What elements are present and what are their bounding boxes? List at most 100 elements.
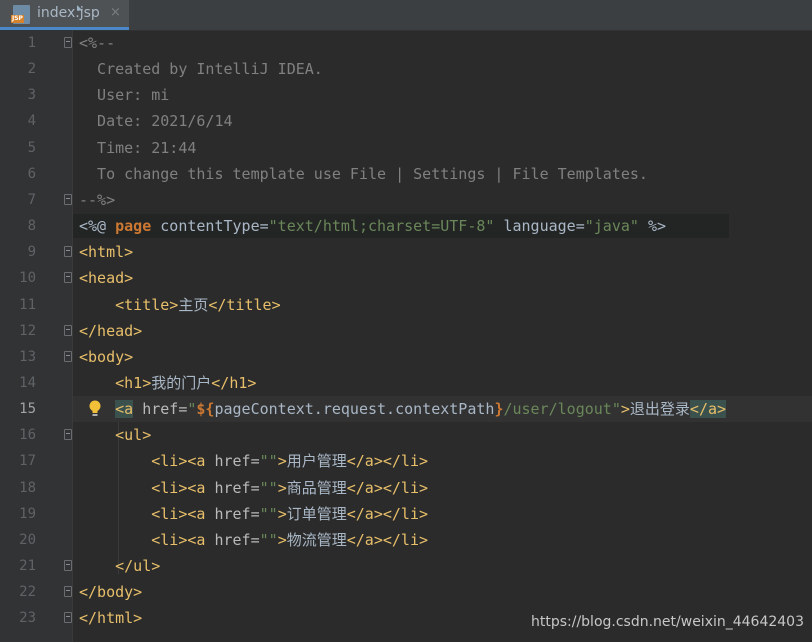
code-text: Date: 2021/6/14 — [79, 108, 233, 134]
code-line[interactable]: 20 <li><a href="">物流管理</a></li> — [0, 527, 812, 553]
code-token: <body> — [79, 347, 134, 366]
code-text: --%> — [79, 187, 115, 213]
line-number: 10 — [19, 270, 36, 287]
code-text: <h1>我的门户</h1> — [79, 370, 256, 396]
code-token: > — [277, 504, 287, 523]
code-line[interactable]: 11 <title>主页</title> — [0, 292, 812, 318]
code-token: </h1> — [211, 373, 257, 392]
code-token: Date: 2021/6/14 — [79, 112, 233, 131]
code-text: <li><a href="">物流管理</a></li> — [79, 527, 428, 553]
fold-toggle-icon[interactable] — [64, 246, 72, 258]
code-line[interactable]: 14 <h1>我的门户</h1> — [0, 370, 812, 396]
code-token: User: mi — [79, 86, 170, 105]
code-token: 退出登录 — [629, 400, 690, 419]
code-text: <head> — [79, 265, 133, 291]
code-token: language= — [494, 217, 585, 236]
tab-index-jsp[interactable]: JSP index.jsp × — [0, 0, 129, 30]
line-number: 20 — [19, 531, 36, 548]
code-token: <title> — [115, 295, 179, 314]
line-number: 17 — [19, 453, 36, 470]
code-text: <ul> — [79, 422, 151, 448]
fold-toggle-icon[interactable] — [64, 350, 72, 362]
code-line[interactable]: 1 <%-- — [0, 30, 812, 56]
line-number: 19 — [19, 505, 36, 522]
code-token: </a></li> — [346, 504, 429, 523]
tab-filename: index.jsp — [37, 5, 100, 21]
line-number: 8 — [27, 218, 36, 235]
code-line[interactable]: 9 <html> — [0, 239, 812, 265]
line-number: 11 — [19, 296, 36, 313]
code-text: <li><a href="">用户管理</a></li> — [79, 448, 428, 474]
code-line[interactable]: 10 <head> — [0, 265, 812, 291]
code-line[interactable]: 21 </ul> — [0, 553, 812, 579]
code-token: <a — [115, 400, 134, 419]
code-token: </html> — [79, 609, 143, 628]
line-number: 7 — [27, 191, 36, 208]
close-tab-icon[interactable]: × — [110, 5, 121, 20]
code-line[interactable]: 4 Date: 2021/6/14 — [0, 108, 812, 134]
code-token: <li><a — [151, 504, 206, 523]
code-token: > — [620, 400, 630, 419]
code-text: To change this template use File | Setti… — [79, 161, 648, 187]
fold-toggle-icon[interactable] — [64, 429, 72, 441]
code-text: </head> — [79, 318, 142, 344]
fold-toggle-icon[interactable] — [64, 193, 72, 205]
code-token: </a></li> — [346, 478, 429, 497]
code-token: </a></li> — [346, 530, 429, 549]
code-token: <li><a — [151, 530, 206, 549]
code-token: href= — [205, 504, 260, 523]
fold-toggle-icon[interactable] — [64, 272, 72, 284]
code-token: <html> — [79, 243, 134, 262]
code-token: > — [277, 478, 287, 497]
code-token: 用户管理 — [286, 452, 347, 471]
code-line[interactable]: 16 <ul> — [0, 422, 812, 448]
line-number: 23 — [19, 610, 36, 627]
code-text: Created by IntelliJ IDEA. — [79, 56, 323, 82]
fold-toggle-icon[interactable] — [64, 37, 72, 48]
fold-toggle-icon[interactable] — [64, 586, 72, 598]
code-line[interactable]: 15 <a href="${pageContext.request.contex… — [0, 396, 812, 423]
fold-toggle-icon[interactable] — [64, 324, 72, 336]
code-line[interactable]: 8 <%@ page contentType="text/html;charset… — [0, 213, 812, 239]
code-line[interactable]: 12 </head> — [0, 318, 812, 344]
code-line[interactable]: 17 <li><a href="">用户管理</a></li> — [0, 448, 812, 474]
code-line[interactable]: 18 <li><a href="">商品管理</a></li> — [0, 475, 812, 501]
code-text: </html> — [79, 605, 142, 631]
code-line[interactable]: 6 To change this template use File | Set… — [0, 161, 812, 187]
fold-toggle-icon[interactable] — [64, 612, 72, 624]
code-token: page — [115, 217, 152, 236]
code-token: </a> — [689, 400, 727, 419]
code-line[interactable]: 22 </body> — [0, 579, 812, 605]
code-token: "text/html;charset=UTF-8" — [268, 217, 495, 236]
fold-toggle-icon[interactable] — [64, 560, 72, 571]
code-token: --%> — [79, 190, 116, 209]
code-token: <%@ — [79, 217, 116, 236]
code-token: "java" — [584, 217, 639, 236]
watermark-url: https://blog.csdn.net/weixin_44642403 — [530, 614, 804, 630]
code-text: <title>主页</title> — [79, 292, 280, 318]
code-line[interactable]: 7 --%> — [0, 187, 812, 213]
code-line[interactable]: 13 <body> — [0, 344, 812, 370]
code-token: > — [277, 530, 287, 549]
line-number: 4 — [27, 113, 36, 130]
code-token: </body> — [79, 583, 143, 602]
line-number: 2 — [27, 61, 36, 78]
code-token: </a></li> — [346, 452, 429, 471]
line-number: 12 — [19, 322, 36, 339]
code-token: <h1> — [115, 373, 152, 392]
code-line[interactable]: 5 Time: 21:44 — [0, 135, 812, 161]
code-line[interactable]: 2 Created by IntelliJ IDEA. — [0, 56, 812, 82]
code-token: </head> — [79, 321, 143, 340]
code-token: </ul> — [115, 557, 161, 575]
code-token: "" — [259, 504, 278, 523]
code-token: 我的门户 — [151, 373, 212, 392]
code-token: > — [277, 452, 287, 471]
code-token: <li><a — [151, 452, 206, 471]
code-line[interactable]: 19 <li><a href="">订单管理</a></li> — [0, 501, 812, 527]
code-line[interactable]: 3 User: mi — [0, 82, 812, 108]
